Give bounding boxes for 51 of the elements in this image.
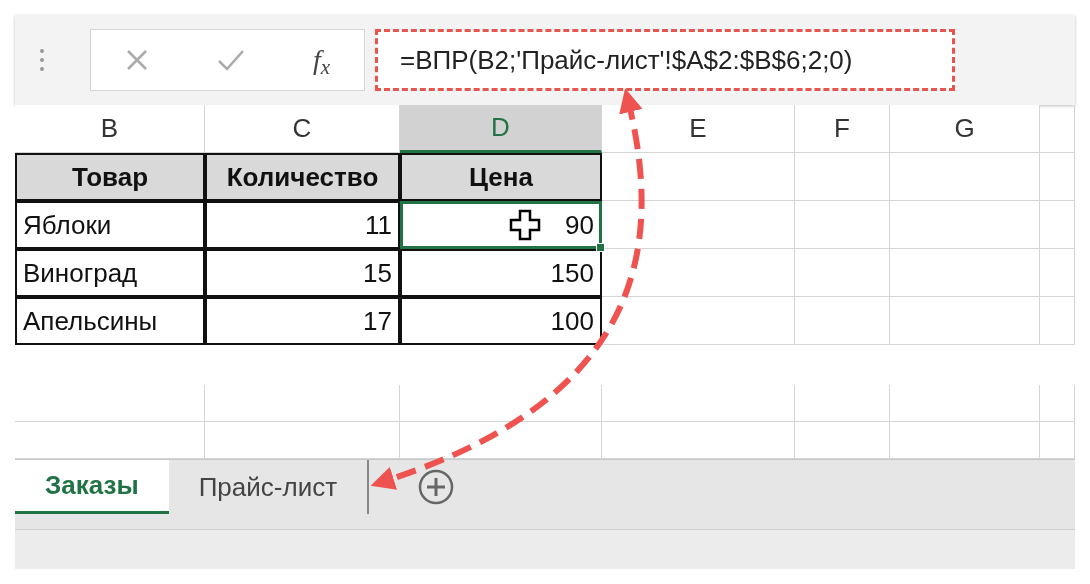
empty-cell[interactable] [890, 297, 1040, 345]
column-header[interactable]: D [400, 105, 602, 153]
empty-cell[interactable] [602, 297, 795, 345]
table-cell[interactable]: 17 [205, 297, 400, 345]
drag-handle-icon[interactable] [39, 48, 45, 72]
table-cell[interactable]: 100 [400, 297, 602, 345]
column-header[interactable]: E [602, 105, 795, 153]
empty-cell[interactable] [795, 297, 890, 345]
cancel-icon[interactable] [124, 48, 149, 72]
table-cell[interactable]: Виноград [15, 249, 205, 297]
column-header[interactable]: G [890, 105, 1040, 153]
table-cell[interactable]: Яблоки [15, 201, 205, 249]
empty-cell[interactable] [602, 385, 795, 422]
empty-cell[interactable] [795, 201, 890, 249]
column-header[interactable]: B [15, 105, 205, 153]
empty-cell[interactable] [400, 385, 602, 422]
table-cell[interactable]: 15 [205, 249, 400, 297]
empty-cell[interactable] [890, 153, 1040, 201]
column-header[interactable]: C [205, 105, 400, 153]
formula-field[interactable]: =ВПР(B2;'Прайс-лист'!$A$2:$B$6;2;0) [375, 29, 955, 91]
empty-cell[interactable] [795, 153, 890, 201]
empty-cell[interactable] [1040, 297, 1075, 345]
sheet-tab[interactable]: Прайс-лист [168, 460, 370, 514]
fill-handle[interactable] [596, 243, 605, 252]
empty-cell[interactable] [1040, 385, 1075, 422]
empty-cell[interactable] [15, 385, 205, 422]
empty-cell[interactable] [890, 249, 1040, 297]
empty-cell[interactable] [602, 249, 795, 297]
empty-cell[interactable] [1040, 201, 1075, 249]
table-header-cell: Цена [400, 153, 602, 201]
table-header-cell: Количество [205, 153, 400, 201]
empty-cell[interactable] [1040, 153, 1075, 201]
table-cell[interactable]: 11 [205, 201, 400, 249]
empty-cell[interactable] [205, 385, 400, 422]
empty-cell[interactable] [1040, 105, 1075, 153]
cursor-icon [509, 209, 542, 241]
sheet-tab[interactable]: Заказы [15, 460, 169, 514]
table-cell[interactable]: 150 [400, 249, 602, 297]
empty-cell[interactable] [890, 385, 1040, 422]
empty-cell[interactable] [602, 201, 795, 249]
empty-cell[interactable] [795, 249, 890, 297]
table-cell[interactable]: 90 [400, 201, 602, 249]
empty-cell[interactable] [890, 201, 1040, 249]
column-header[interactable]: F [795, 105, 890, 153]
check-icon[interactable] [216, 48, 245, 72]
table-header-cell: Товар [15, 153, 205, 201]
empty-cell[interactable] [795, 385, 890, 422]
add-sheet-icon[interactable] [417, 468, 456, 506]
empty-cell[interactable] [1040, 249, 1075, 297]
insert-function-button[interactable]: f$_{x}$ [312, 39, 330, 81]
table-cell[interactable]: Апельсины [15, 297, 205, 345]
